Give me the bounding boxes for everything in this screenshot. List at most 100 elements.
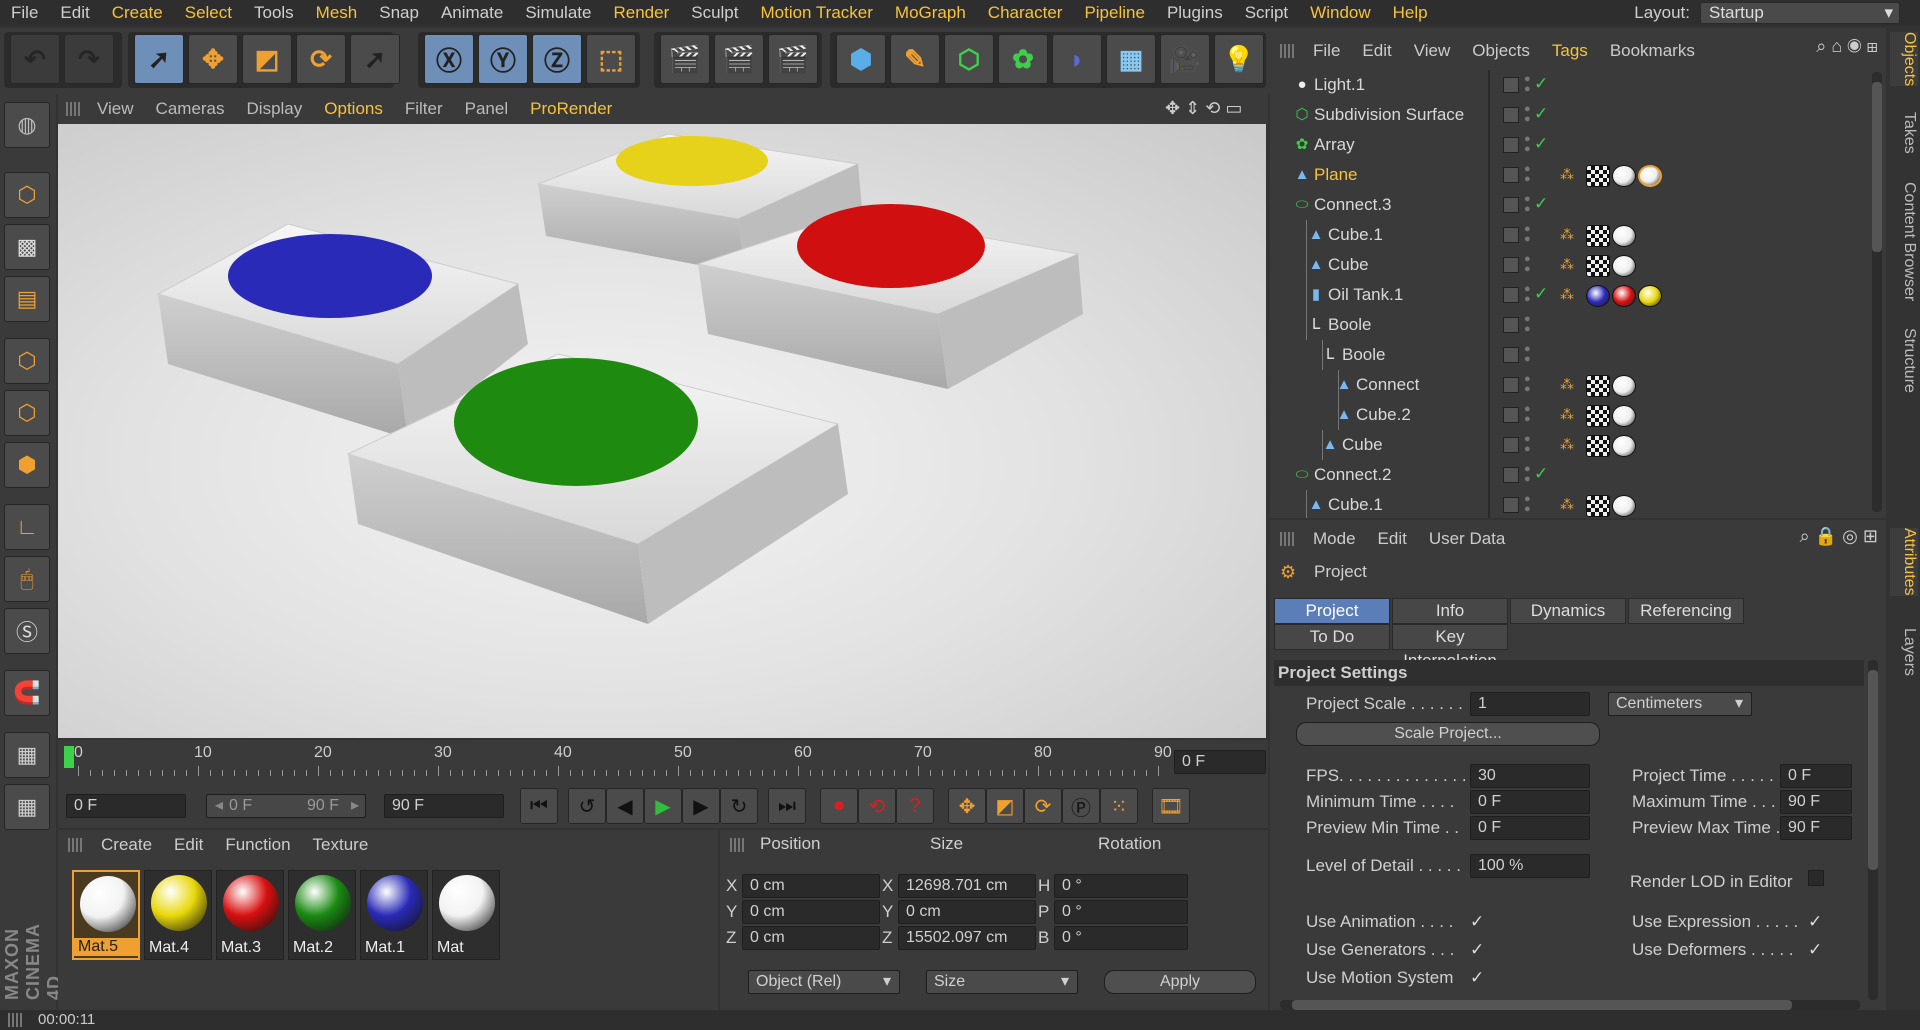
checkbox[interactable]: ✓ — [1808, 941, 1824, 958]
next-key-button[interactable]: ↻ — [720, 788, 758, 824]
object-row[interactable]: ⬭ Connect.2 ● ● ✓ — [1278, 460, 1868, 490]
scrollbar-thumb[interactable] — [1872, 82, 1882, 252]
project-scale-unit-select[interactable]: Centimeters ▾ — [1608, 692, 1752, 716]
x-axis-lock-button[interactable]: Ⓧ — [424, 34, 474, 84]
menu-sculpt[interactable]: Sculpt — [680, 0, 749, 26]
model-mode-button[interactable]: ⬡ — [4, 172, 50, 218]
prev-key-button[interactable]: ↺ — [568, 788, 606, 824]
attribute-scrollbar[interactable] — [1868, 660, 1878, 1000]
field-value[interactable]: 0 F — [1470, 816, 1590, 840]
object-menu-objects[interactable]: Objects — [1461, 41, 1541, 61]
current-frame-field[interactable]: 0 F — [1174, 750, 1266, 774]
object-menu-tags[interactable]: Tags — [1541, 41, 1599, 61]
solo-button[interactable]: Ⓢ — [4, 608, 50, 654]
layer-dots-icon[interactable]: ● ● — [1524, 194, 1531, 215]
keyframe-selection-button[interactable]: ? — [896, 788, 934, 824]
attribute-hscrollbar[interactable] — [1280, 1000, 1860, 1010]
zoom-icon[interactable]: ⇕ — [1185, 98, 1200, 118]
menu-pipeline[interactable]: Pipeline — [1073, 0, 1156, 26]
recent-tool-button[interactable]: ➚ — [350, 34, 400, 84]
home-icon[interactable]: ⌂ — [1831, 36, 1842, 56]
end-frame-field[interactable]: 90 F — [384, 794, 504, 818]
menu-edit[interactable]: Edit — [49, 0, 100, 26]
field-value[interactable]: 0 F — [1780, 764, 1852, 788]
light-button[interactable]: 💡 — [1214, 34, 1264, 84]
material-menu-function[interactable]: Function — [214, 835, 301, 855]
key-parameter-button[interactable]: Ⓟ — [1062, 788, 1100, 824]
position-z-field[interactable]: 0 cm — [742, 926, 880, 950]
uvw-tag-icon[interactable] — [1586, 255, 1610, 277]
tab-to-do[interactable]: To Do — [1274, 624, 1390, 650]
render-settings-button[interactable]: 🎬 — [768, 34, 818, 84]
points-mode-button[interactable]: ⬡ — [4, 338, 50, 384]
object-row[interactable]: ▲ Cube ● ● ⁂ — [1278, 430, 1868, 460]
layer-dots-icon[interactable]: ● ● — [1524, 134, 1531, 155]
position-x-field[interactable]: 0 cm — [742, 874, 880, 898]
material-swatch[interactable]: Mat.5 — [72, 870, 140, 960]
target-icon[interactable]: ◎ — [1842, 526, 1858, 546]
object-menu-view[interactable]: View — [1403, 41, 1462, 61]
checkbox[interactable]: ✓ — [1470, 913, 1486, 930]
enabled-check-icon[interactable]: ✓ — [1534, 104, 1548, 124]
object-row[interactable]: ▲ Connect ● ● ⁂ — [1278, 370, 1868, 400]
uvw-tag-icon[interactable] — [1586, 225, 1610, 247]
side-tab-attributes[interactable]: Attributes — [1890, 528, 1918, 596]
next-frame-button[interactable]: ▶ — [682, 788, 720, 824]
menu-file[interactable]: File — [0, 0, 49, 26]
z-axis-lock-button[interactable]: Ⓩ — [532, 34, 582, 84]
material-swatch[interactable]: Mat.3 — [216, 870, 284, 960]
phong-tag-icon[interactable]: ⁂ — [1560, 166, 1574, 183]
side-tab-structure[interactable]: Structure — [1890, 328, 1918, 393]
axis-mode-button[interactable]: ∟ — [4, 504, 50, 550]
uvw-tag-icon[interactable] — [1586, 435, 1610, 457]
attribute-menu-mode[interactable]: Mode — [1302, 529, 1367, 549]
camera-button[interactable]: 🎥 — [1160, 34, 1210, 84]
material-swatch[interactable]: Mat.4 — [144, 870, 212, 960]
phong-tag-icon[interactable]: ⁂ — [1560, 286, 1574, 303]
render-lod-checkbox[interactable] — [1808, 870, 1824, 886]
maximize-view-icon[interactable]: ▭ — [1225, 98, 1242, 118]
visibility-toggle[interactable] — [1503, 197, 1519, 213]
material-tag[interactable] — [1612, 405, 1636, 427]
side-tab-takes[interactable]: Takes — [1890, 112, 1918, 154]
enabled-check-icon[interactable]: ✓ — [1534, 194, 1548, 214]
visibility-toggle[interactable] — [1503, 317, 1519, 333]
workplane-lock-button[interactable]: ▦ — [4, 732, 50, 778]
menu-animate[interactable]: Animate — [430, 0, 514, 26]
object-row[interactable]: ▲ Cube ● ● ⁂ — [1278, 250, 1868, 280]
uvw-tag-icon[interactable] — [1586, 165, 1610, 187]
autokey-button[interactable]: ⟲ — [858, 788, 896, 824]
menu-window[interactable]: Window — [1299, 0, 1381, 26]
make-editable-button[interactable]: ◍ — [4, 102, 50, 148]
cube-primitive-button[interactable]: ⬢ — [836, 34, 886, 84]
goto-end-button[interactable]: ⏭ — [768, 788, 806, 824]
apply-button[interactable]: Apply — [1104, 970, 1256, 994]
side-tab-layers[interactable]: Layers — [1890, 628, 1918, 676]
visibility-toggle[interactable] — [1503, 167, 1519, 183]
field-value[interactable]: 0 F — [1470, 790, 1590, 814]
enabled-check-icon[interactable]: ✓ — [1534, 284, 1548, 304]
uvw-tag-icon[interactable] — [1586, 375, 1610, 397]
record-keys-button[interactable]: ⏺ — [820, 788, 858, 824]
viewport-menu-options[interactable]: Options — [313, 99, 394, 119]
visibility-toggle[interactable] — [1503, 467, 1519, 483]
scheme-menu-button[interactable]: 🎞 — [1152, 788, 1190, 824]
visibility-toggle[interactable] — [1503, 497, 1519, 513]
cloner-button[interactable]: ✿ — [998, 34, 1048, 84]
phong-tag-icon[interactable]: ⁂ — [1560, 496, 1574, 513]
enabled-check-icon[interactable]: ✓ — [1534, 134, 1548, 154]
phong-tag-icon[interactable]: ⁂ — [1560, 256, 1574, 273]
size-x-field[interactable]: 12698.701 cm — [898, 874, 1036, 898]
tweak-mode-button[interactable]: 🖱 — [4, 556, 50, 602]
prev-frame-button[interactable]: ◀ — [606, 788, 644, 824]
eye-icon[interactable]: ◉ — [1847, 36, 1861, 56]
object-menu-bookmarks[interactable]: Bookmarks — [1599, 41, 1706, 61]
move-tool-button[interactable]: ✥ — [188, 34, 238, 84]
material-tag[interactable] — [1612, 285, 1636, 307]
start-frame-field[interactable]: 0 F — [66, 794, 186, 818]
layer-dots-icon[interactable]: ● ● — [1524, 344, 1531, 365]
object-row[interactable]: Ⅼ Boole ● ● — [1278, 340, 1868, 370]
visibility-toggle[interactable] — [1503, 287, 1519, 303]
uvw-tag-icon[interactable] — [1586, 495, 1610, 517]
material-tag[interactable] — [1612, 495, 1636, 517]
